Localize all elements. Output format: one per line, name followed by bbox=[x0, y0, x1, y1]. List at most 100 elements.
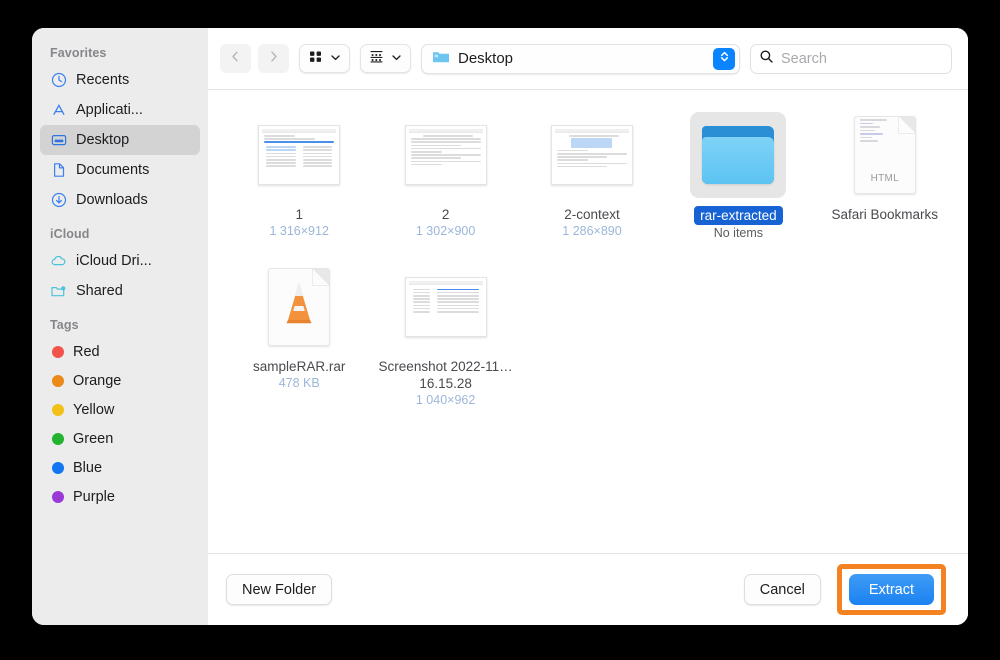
file-name: 2 bbox=[442, 206, 450, 223]
file-meta: No items bbox=[714, 225, 763, 242]
grid-view-icon bbox=[308, 49, 323, 69]
view-mode-button[interactable] bbox=[299, 44, 350, 73]
sidebar-group-icloud: iCloud iCloud Dri... Shared bbox=[32, 227, 208, 306]
shared-folder-icon bbox=[50, 283, 67, 300]
sidebar-item-applications[interactable]: Applicati... bbox=[40, 95, 200, 125]
sidebar-item-label: Recents bbox=[76, 72, 129, 88]
html-document-icon: HTML bbox=[854, 116, 916, 194]
sidebar-tag-label: Orange bbox=[73, 373, 121, 389]
file-name: 1 bbox=[295, 206, 303, 223]
file-item[interactable]: sampleRAR.rar 478 KB bbox=[226, 260, 372, 409]
search-icon bbox=[759, 49, 774, 69]
action-buttons: Cancel Extract bbox=[744, 564, 946, 615]
document-kind-label: HTML bbox=[855, 173, 915, 184]
extract-highlight-annotation: Extract bbox=[837, 564, 946, 615]
path-label: Desktop bbox=[458, 50, 705, 67]
sidebar-item-label: iCloud Dri... bbox=[76, 253, 152, 269]
thumbnail bbox=[251, 112, 347, 198]
forward-button[interactable] bbox=[258, 44, 289, 73]
sidebar-item-label: Applicati... bbox=[76, 102, 143, 118]
folder-icon bbox=[432, 49, 450, 69]
vlc-document-icon bbox=[268, 268, 330, 346]
navigation-buttons bbox=[220, 44, 289, 73]
back-button[interactable] bbox=[220, 44, 251, 73]
folder-icon bbox=[702, 126, 774, 184]
new-folder-button[interactable]: New Folder bbox=[226, 574, 332, 605]
tag-dot-orange bbox=[52, 375, 64, 387]
screenshot-thumbnail-context bbox=[551, 125, 633, 185]
file-grid: 1 1 316×912 2 1 302 bbox=[226, 108, 958, 409]
group-by-icon bbox=[369, 49, 384, 69]
sidebar-item-desktop[interactable]: Desktop bbox=[40, 125, 200, 155]
vlc-cone-icon bbox=[277, 280, 321, 331]
sidebar-tag-red[interactable]: Red bbox=[40, 337, 200, 366]
sidebar-item-icloud-drive[interactable]: iCloud Dri... bbox=[40, 246, 200, 276]
chevron-right-icon bbox=[267, 50, 280, 68]
file-meta: 1 316×912 bbox=[269, 223, 328, 240]
sidebar-item-label: Desktop bbox=[76, 132, 129, 148]
sidebar-group-title-tags: Tags bbox=[32, 318, 208, 337]
bottom-bar: New Folder Cancel Extract bbox=[208, 553, 968, 625]
file-meta: 478 KB bbox=[279, 375, 320, 392]
sidebar-item-downloads[interactable]: Downloads bbox=[40, 185, 200, 215]
sidebar-item-label: Shared bbox=[76, 283, 123, 299]
sidebar-tag-label: Blue bbox=[73, 460, 102, 476]
sidebar-item-recents[interactable]: Recents bbox=[40, 65, 200, 95]
file-item-selected[interactable]: rar-extracted No items bbox=[665, 108, 811, 242]
sidebar-group-favorites: Favorites Recents Applicati... Desktop bbox=[32, 46, 208, 215]
thumbnail: HTML bbox=[837, 112, 933, 198]
thumbnail bbox=[544, 112, 640, 198]
file-browser-area[interactable]: 1 1 316×912 2 1 302 bbox=[208, 90, 968, 553]
sidebar-group-title-icloud: iCloud bbox=[32, 227, 208, 246]
document-icon bbox=[50, 162, 67, 179]
sidebar-tag-yellow[interactable]: Yellow bbox=[40, 395, 200, 424]
sidebar-tag-green[interactable]: Green bbox=[40, 424, 200, 453]
sidebar-tag-label: Purple bbox=[73, 489, 115, 505]
desktop-icon bbox=[50, 132, 67, 149]
sidebar-item-documents[interactable]: Documents bbox=[40, 155, 200, 185]
cancel-button[interactable]: Cancel bbox=[744, 574, 821, 605]
chevron-down-icon bbox=[391, 50, 402, 68]
search-placeholder: Search bbox=[781, 51, 827, 67]
path-stepper[interactable] bbox=[713, 48, 735, 70]
file-item[interactable]: 2-context 1 286×890 bbox=[519, 108, 665, 242]
file-item[interactable]: 2 1 302×900 bbox=[372, 108, 518, 242]
tag-dot-blue bbox=[52, 462, 64, 474]
sidebar-tag-label: Yellow bbox=[73, 402, 114, 418]
sidebar-group-tags: Tags Red Orange Yellow Green Blue bbox=[32, 318, 208, 511]
file-name: 2-context bbox=[564, 206, 620, 223]
path-popup-button[interactable]: Desktop bbox=[421, 44, 740, 74]
file-meta: 1 302×900 bbox=[416, 223, 475, 240]
extract-button[interactable]: Extract bbox=[849, 574, 934, 605]
toolbar: Desktop Search bbox=[208, 28, 968, 90]
thumbnail bbox=[690, 112, 786, 198]
sidebar-item-label: Documents bbox=[76, 162, 149, 178]
app-store-icon bbox=[50, 102, 67, 119]
sidebar-tag-orange[interactable]: Orange bbox=[40, 366, 200, 395]
sidebar-tag-blue[interactable]: Blue bbox=[40, 453, 200, 482]
sidebar-group-title-favorites: Favorites bbox=[32, 46, 208, 65]
sidebar-tag-label: Green bbox=[73, 431, 113, 447]
sidebar-item-shared[interactable]: Shared bbox=[40, 276, 200, 306]
file-item[interactable]: 1 1 316×912 bbox=[226, 108, 372, 242]
file-name: rar-extracted bbox=[694, 206, 783, 225]
file-name: sampleRAR.rar bbox=[253, 358, 345, 375]
cloud-icon bbox=[50, 253, 67, 270]
sidebar-tag-purple[interactable]: Purple bbox=[40, 482, 200, 511]
chevron-down-icon bbox=[330, 50, 341, 68]
file-meta: 1 286×890 bbox=[562, 223, 621, 240]
download-icon bbox=[50, 192, 67, 209]
search-input[interactable]: Search bbox=[750, 44, 952, 74]
file-item[interactable]: Screenshot 2022-11…16.15.28 1 040×962 bbox=[372, 260, 518, 409]
tag-dot-red bbox=[52, 346, 64, 358]
tag-dot-yellow bbox=[52, 404, 64, 416]
thumbnail bbox=[251, 264, 347, 350]
chevron-left-icon bbox=[229, 50, 242, 68]
up-down-chevron-icon bbox=[718, 50, 731, 68]
group-by-button[interactable] bbox=[360, 44, 411, 73]
main-panel: Desktop Search bbox=[208, 28, 968, 625]
file-picker-dialog: Favorites Recents Applicati... Desktop bbox=[32, 28, 968, 625]
file-name: Safari Bookmarks bbox=[832, 206, 939, 223]
screenshot-thumbnail-finder bbox=[405, 277, 487, 337]
file-item[interactable]: HTML Safari Bookmarks bbox=[812, 108, 958, 242]
